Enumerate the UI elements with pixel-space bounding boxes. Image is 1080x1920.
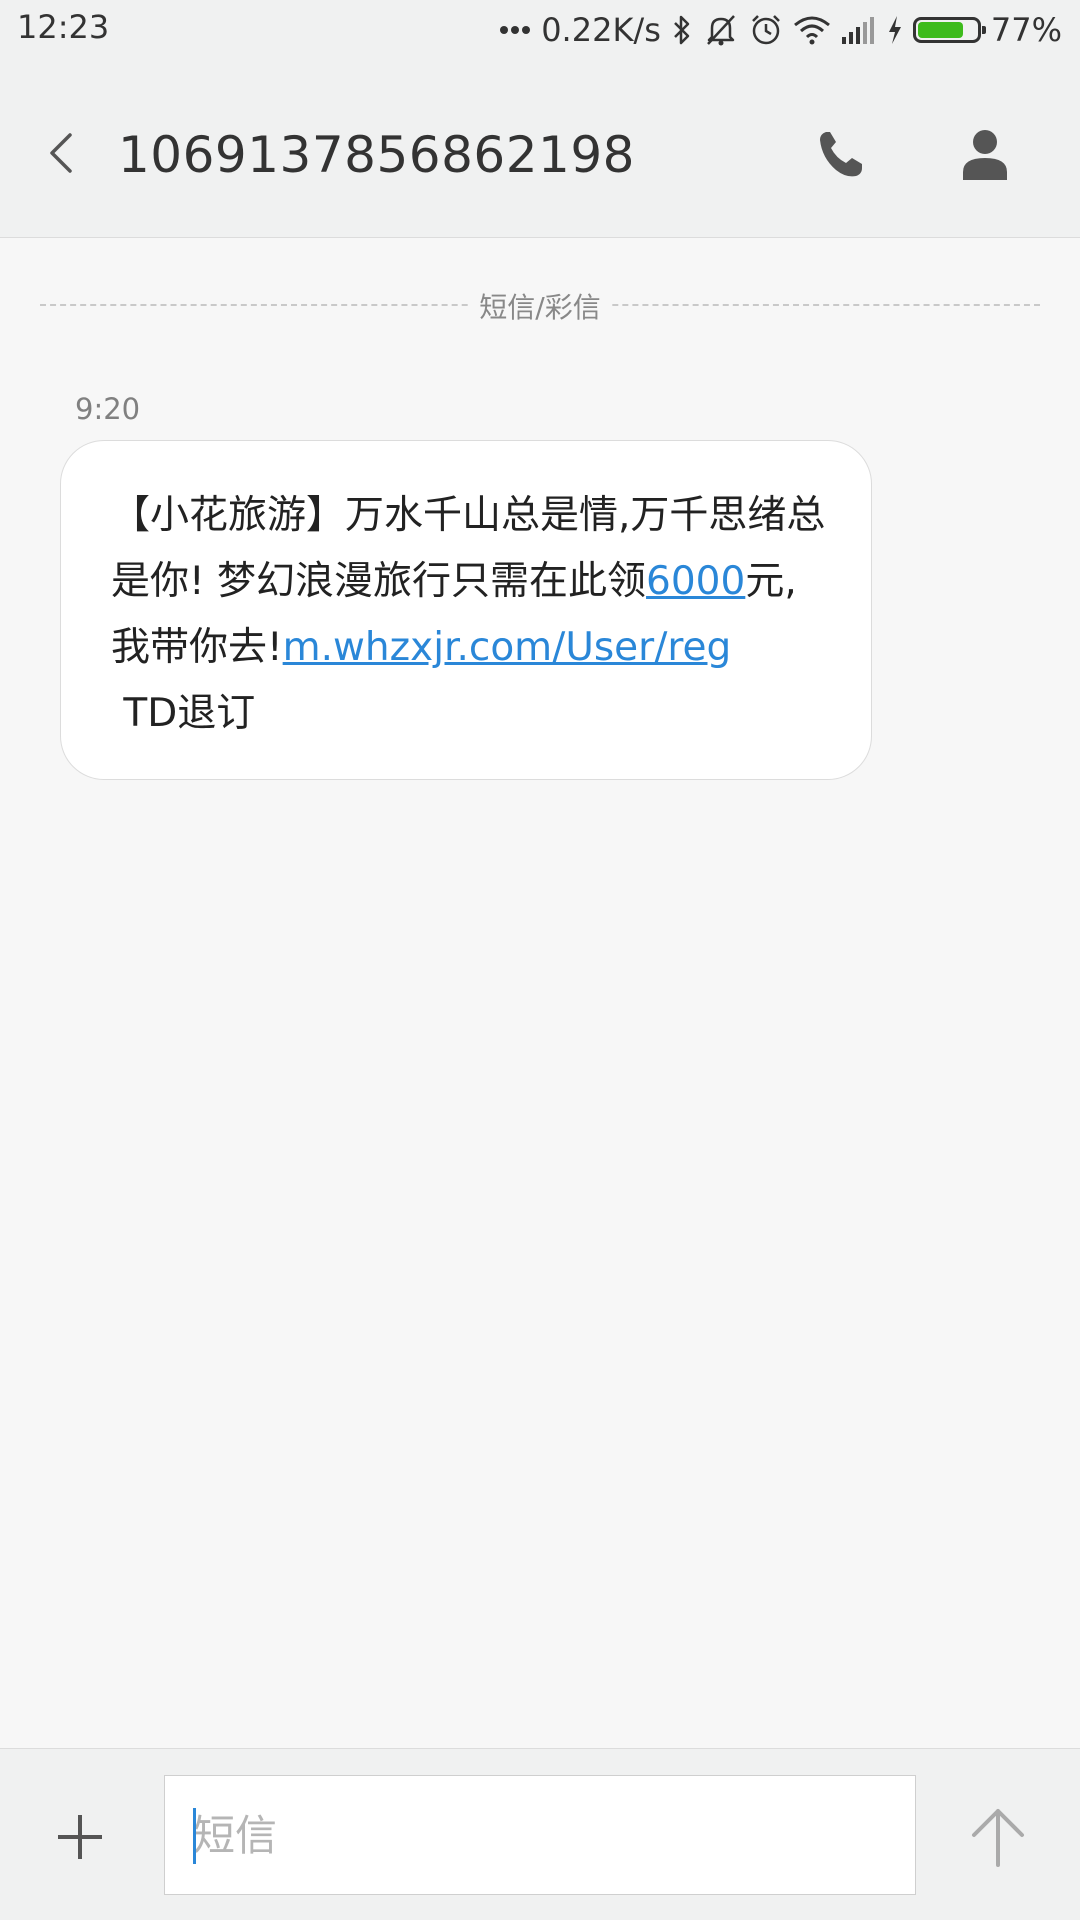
phone-icon[interactable]: [812, 126, 868, 182]
divider-label: 短信/彩信: [469, 286, 611, 326]
wifi-icon: [793, 15, 831, 45]
status-time: 12:23: [17, 8, 110, 46]
signal-icon: [841, 15, 877, 45]
message-type-divider: 短信/彩信: [40, 286, 1040, 326]
silent-icon: [703, 13, 739, 47]
send-arrow-icon[interactable]: [968, 1805, 1028, 1869]
battery-percent: 77%: [990, 11, 1062, 49]
status-bar: 12:23 0.22K/s 77%: [0, 0, 1080, 60]
message-time: 9:20: [75, 392, 141, 426]
back-arrow-icon[interactable]: [38, 125, 86, 181]
amount-link[interactable]: 6000: [646, 559, 745, 604]
conversation-header: 1069137856862198: [0, 60, 1080, 238]
plus-icon[interactable]: [52, 1809, 108, 1865]
network-speed: 0.22K/s: [541, 11, 661, 49]
bluetooth-icon: [671, 14, 693, 46]
composer-bar: [0, 1748, 1080, 1920]
charging-icon: [887, 15, 903, 45]
battery-icon: [912, 17, 986, 43]
url-link[interactable]: m.whzxjr.com/User/reg: [283, 625, 732, 670]
message-text-part: TD退订: [111, 691, 256, 736]
more-dots-icon: [499, 25, 531, 35]
contact-icon[interactable]: [960, 128, 1010, 180]
message-bubble[interactable]: 【小花旅游】万水千山总是情,万千思绪总是你! 梦幻浪漫旅行只需在此领6000元,…: [60, 440, 872, 780]
status-icons: 0.22K/s 77%: [499, 8, 1062, 52]
page-title: 1069137856862198: [118, 126, 635, 184]
alarm-icon: [749, 13, 783, 47]
message-input[interactable]: [164, 1775, 916, 1895]
text-cursor: [193, 1808, 196, 1864]
battery-fill: [917, 22, 963, 38]
